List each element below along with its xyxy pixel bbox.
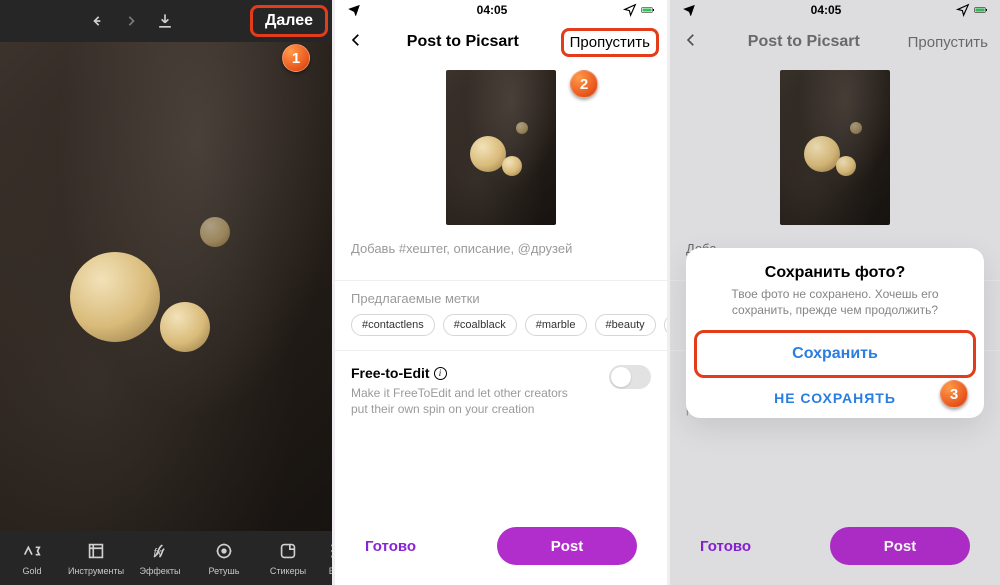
dialog-message: Твое фото не сохранено. Хочешь его сохра… xyxy=(686,286,984,330)
redo-icon[interactable] xyxy=(114,4,148,38)
fte-toggle[interactable] xyxy=(609,365,651,389)
back-button[interactable] xyxy=(347,31,365,54)
editor-topbar: Далее xyxy=(0,0,332,42)
tool-more[interactable]: Вы xyxy=(320,540,332,576)
post-button[interactable]: Post xyxy=(497,527,637,565)
editor-toolbar: Gold Инструменты fxЭффекты Ретушь Стикер… xyxy=(0,531,332,585)
tool-retouch[interactable]: Ретушь xyxy=(192,540,256,576)
post-panel-dialog: 04:05 Post to Picsart Пропустить Доба Пр… xyxy=(670,0,1000,585)
suggested-tags-label: Предлагаемые метки xyxy=(335,281,667,314)
location-icon xyxy=(623,3,637,17)
tool-effects[interactable]: fxЭффекты xyxy=(128,540,192,576)
editor-canvas[interactable] xyxy=(0,42,332,531)
annotation-badge-3: 3 xyxy=(940,380,968,408)
annotation-badge-1: 1 xyxy=(282,44,310,72)
tag-chip[interactable]: #fist xyxy=(664,314,667,336)
post-header: Post to Picsart Пропустить xyxy=(335,20,667,64)
undo-icon[interactable] xyxy=(80,4,114,38)
image-thumbnail[interactable] xyxy=(446,70,556,225)
tag-chip[interactable]: #contactlens xyxy=(351,314,435,336)
dialog-title: Сохранить фото? xyxy=(686,248,984,286)
skip-button[interactable]: Пропустить xyxy=(561,28,659,57)
dialog-dont-save-button[interactable]: НЕ СОХРАНЯТЬ xyxy=(686,378,984,418)
tag-chip[interactable]: #beauty xyxy=(595,314,656,336)
post-panel: 04:05 Post to Picsart Пропустить Добавь … xyxy=(335,0,667,585)
battery-icon xyxy=(641,3,655,17)
airplane-icon xyxy=(347,2,361,19)
editor-panel: Далее Gold Инструменты fxЭффекты Ретушь … xyxy=(0,0,332,585)
fte-title: Free-to-Edit xyxy=(351,365,430,381)
fte-description: Make it FreeToEdit and let other creator… xyxy=(351,385,581,417)
page-title: Post to Picsart xyxy=(407,33,519,51)
free-to-edit-section: Free-to-Edit i Make it FreeToEdit and le… xyxy=(335,351,667,417)
info-icon[interactable]: i xyxy=(434,367,447,380)
bottom-bar: Готово Post xyxy=(335,527,667,565)
tool-gold[interactable]: Gold xyxy=(0,540,64,576)
svg-text:fx: fx xyxy=(154,548,163,559)
annotation-badge-2: 2 xyxy=(570,70,598,98)
done-button[interactable]: Готово xyxy=(365,538,416,555)
tool-stickers[interactable]: Стикеры xyxy=(256,540,320,576)
download-icon[interactable] xyxy=(148,4,182,38)
suggested-tags: #contactlens #coalblack #marble #beauty … xyxy=(335,314,667,336)
status-time: 04:05 xyxy=(477,3,508,17)
tag-chip[interactable]: #coalblack xyxy=(443,314,517,336)
dialog-save-button[interactable]: Сохранить xyxy=(694,330,976,378)
caption-input[interactable]: Добавь #хештег, описание, @друзей xyxy=(335,225,667,266)
tool-instruments[interactable]: Инструменты xyxy=(64,540,128,576)
next-button[interactable]: Далее xyxy=(250,5,328,37)
ios-status-bar: 04:05 xyxy=(335,0,667,20)
tag-chip[interactable]: #marble xyxy=(525,314,587,336)
